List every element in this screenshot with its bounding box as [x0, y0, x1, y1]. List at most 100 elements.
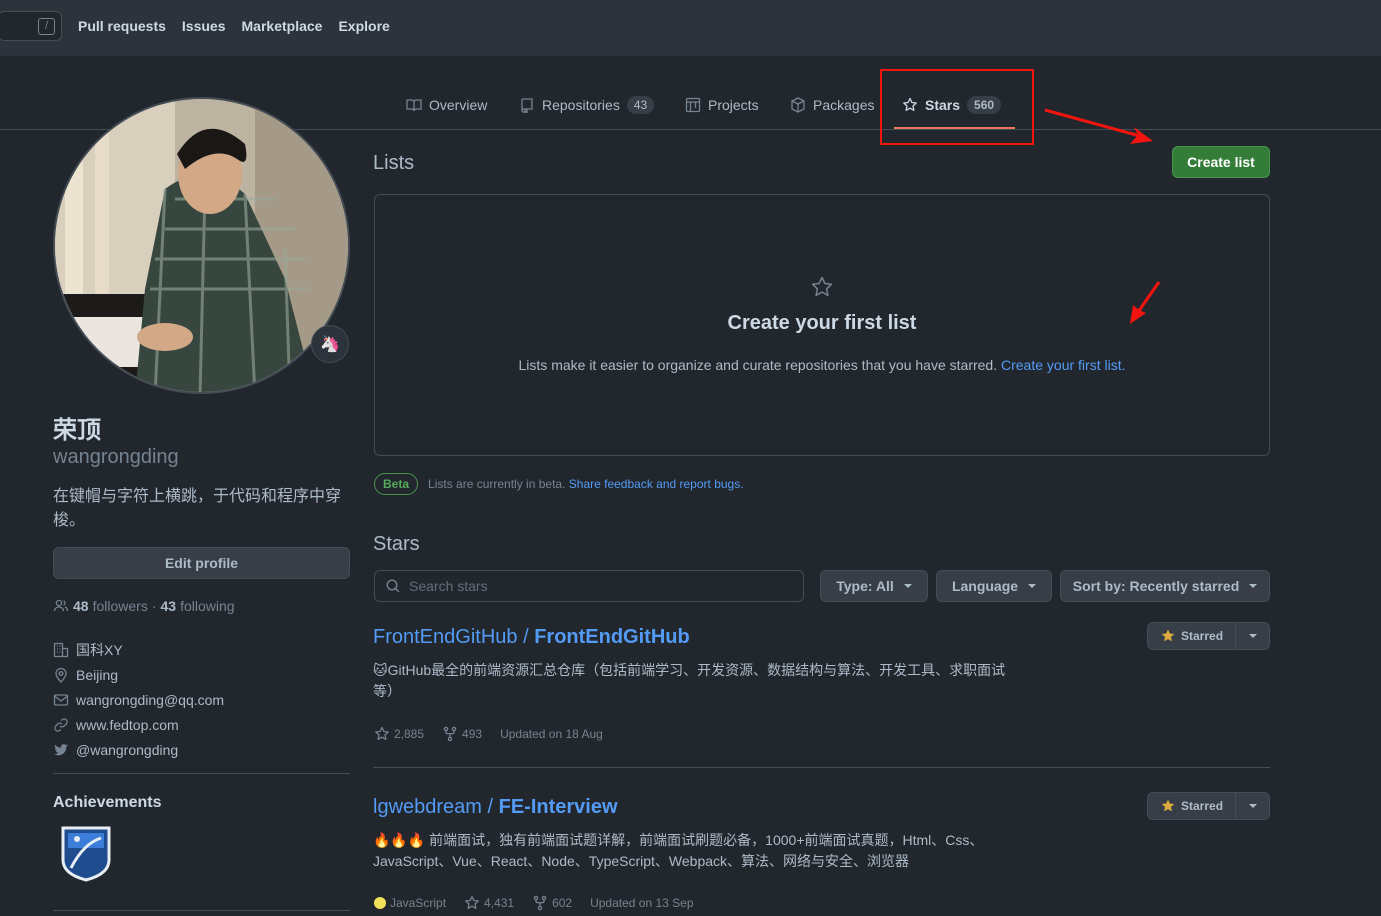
feedback-link[interactable]: Share feedback and report bugs. — [569, 477, 744, 491]
caret-down-icon — [1249, 584, 1258, 588]
tab-overview[interactable]: Overview — [406, 93, 487, 117]
profile-login: wangrongding — [53, 446, 179, 468]
follow-stats: 48 followers · 43 following — [53, 598, 235, 614]
fork-icon — [443, 726, 457, 742]
type-filter-dropdown[interactable]: Type: All — [820, 570, 928, 602]
star-fill-icon — [1161, 799, 1175, 812]
annotation-arrow-right — [1044, 108, 1153, 144]
search-icon — [386, 579, 400, 593]
package-icon — [791, 97, 805, 113]
repo-forks[interactable]: 493 — [442, 726, 482, 742]
star-icon — [375, 726, 389, 740]
twitter-link[interactable]: @wangrongding — [76, 742, 178, 758]
repo-meta: 2,885 493 Updated on 18 Aug — [374, 726, 603, 742]
following-count[interactable]: 43 — [161, 598, 177, 614]
beta-notice: Beta Lists are currently in beta. Share … — [374, 473, 744, 495]
detail-company: 国科XY — [53, 637, 224, 662]
tab-packages-label: Packages — [813, 97, 875, 113]
blankslate-title: Create your first list — [727, 312, 917, 334]
book-icon — [406, 99, 422, 112]
achievements-title: Achievements — [53, 794, 162, 811]
list-dropdown-button[interactable] — [1236, 634, 1269, 638]
avatar-photo — [55, 99, 348, 392]
followers-count[interactable]: 48 — [73, 598, 89, 614]
create-first-list-link[interactable]: Create your first list. — [1001, 357, 1125, 373]
unstar-button[interactable]: Starred — [1148, 793, 1236, 819]
repo-title[interactable]: FrontEndGitHub — [534, 626, 690, 648]
global-header: / Pull requests Issues Marketplace Explo… — [0, 0, 1381, 56]
language-color-dot — [374, 897, 386, 909]
repo-title[interactable]: FE-Interview — [499, 796, 618, 818]
location-icon — [55, 667, 67, 683]
following-label[interactable]: following — [180, 598, 234, 614]
search-stars-input[interactable] — [409, 578, 789, 594]
repo-link[interactable]: FrontEndGitHub / FrontEndGitHub — [373, 626, 690, 649]
caret-down-icon — [903, 584, 912, 588]
stars-count-text: 2,885 — [394, 727, 425, 741]
stars-heading: Stars — [373, 533, 420, 555]
detail-twitter[interactable]: @wangrongding — [53, 737, 224, 762]
follow-separator: · — [151, 598, 157, 614]
fork-icon — [533, 895, 547, 911]
language-filter-dropdown[interactable]: Language — [936, 570, 1052, 602]
star-icon — [811, 276, 833, 297]
star-icon — [465, 895, 479, 909]
organization-icon — [53, 642, 69, 657]
list-dropdown-button[interactable] — [1236, 804, 1269, 808]
email-link[interactable]: wangrongding@qq.com — [76, 692, 224, 708]
nav-pull-requests[interactable]: Pull requests — [78, 18, 166, 34]
tab-overview-label: Overview — [429, 97, 488, 113]
language-text: JavaScript — [390, 896, 447, 910]
twitter-icon — [54, 743, 68, 755]
starred-button[interactable]: Starred — [1147, 792, 1270, 820]
detail-website[interactable]: www.fedtop.com — [53, 712, 224, 737]
location-text: Beijing — [76, 666, 119, 683]
beta-message: Lists are currently in beta. — [428, 477, 566, 491]
repo-stars[interactable]: 4,431 — [464, 895, 514, 911]
tab-projects[interactable]: Projects — [685, 93, 759, 117]
updated-text: Updated on 18 Aug — [500, 727, 603, 741]
followers-label[interactable]: followers — [93, 598, 148, 614]
repo-divider — [373, 767, 1270, 768]
repo-owner[interactable]: lgwebdream — [373, 796, 482, 818]
caret-down-icon — [1248, 804, 1257, 808]
repo-owner[interactable]: FrontEndGitHub — [373, 626, 518, 648]
unstar-button[interactable]: Starred — [1148, 623, 1236, 649]
achievement-badge-icon[interactable] — [59, 824, 113, 882]
repo-forks[interactable]: 602 — [532, 895, 572, 911]
tab-projects-label: Projects — [708, 97, 759, 113]
tab-repositories[interactable]: Repositories 43 — [519, 93, 655, 117]
starred-button[interactable]: Starred — [1147, 622, 1270, 650]
nav-issues[interactable]: Issues — [182, 18, 226, 34]
detail-location: Beijing — [53, 662, 224, 687]
sort-dropdown[interactable]: Sort by: Recently starred — [1060, 570, 1270, 602]
divider — [53, 910, 350, 911]
edit-profile-button[interactable]: Edit profile — [53, 547, 350, 579]
divider — [53, 773, 350, 774]
search-stars-field[interactable] — [374, 570, 804, 602]
star-fill-icon — [1161, 629, 1175, 642]
detail-email[interactable]: wangrongding@qq.com — [53, 687, 224, 712]
repo-stars[interactable]: 2,885 — [374, 726, 424, 742]
starred-label: Starred — [1181, 629, 1224, 643]
updated-text: Updated on 13 Sep — [590, 896, 694, 910]
avatar[interactable] — [53, 97, 350, 394]
tab-repositories-label: Repositories — [542, 97, 620, 113]
repo-separator: / — [517, 626, 535, 648]
profile-bio: 在键帽与字符上横跳，于代码和程序中穿梭。 — [53, 488, 342, 529]
tab-packages[interactable]: Packages — [790, 93, 874, 117]
mail-icon — [53, 693, 69, 706]
repo-language: JavaScript — [374, 896, 446, 910]
search-input[interactable]: / — [0, 11, 62, 41]
profile-name: 荣顶 — [53, 417, 101, 444]
website-link[interactable]: www.fedtop.com — [76, 717, 179, 733]
status-badge[interactable]: 🦄 — [311, 325, 349, 363]
annotation-highlight-box — [880, 69, 1034, 145]
create-list-button[interactable]: Create list — [1172, 146, 1270, 178]
caret-down-icon — [1028, 584, 1037, 588]
nav-explore[interactable]: Explore — [338, 18, 389, 34]
repo-icon — [521, 98, 533, 113]
repo-description: 🐱GitHub最全的前端资源汇总仓库（包括前端学习、开发资源、数据结构与算法、开… — [373, 662, 1006, 699]
nav-marketplace[interactable]: Marketplace — [242, 18, 323, 34]
repo-link[interactable]: lgwebdream / FE-Interview — [373, 796, 618, 819]
